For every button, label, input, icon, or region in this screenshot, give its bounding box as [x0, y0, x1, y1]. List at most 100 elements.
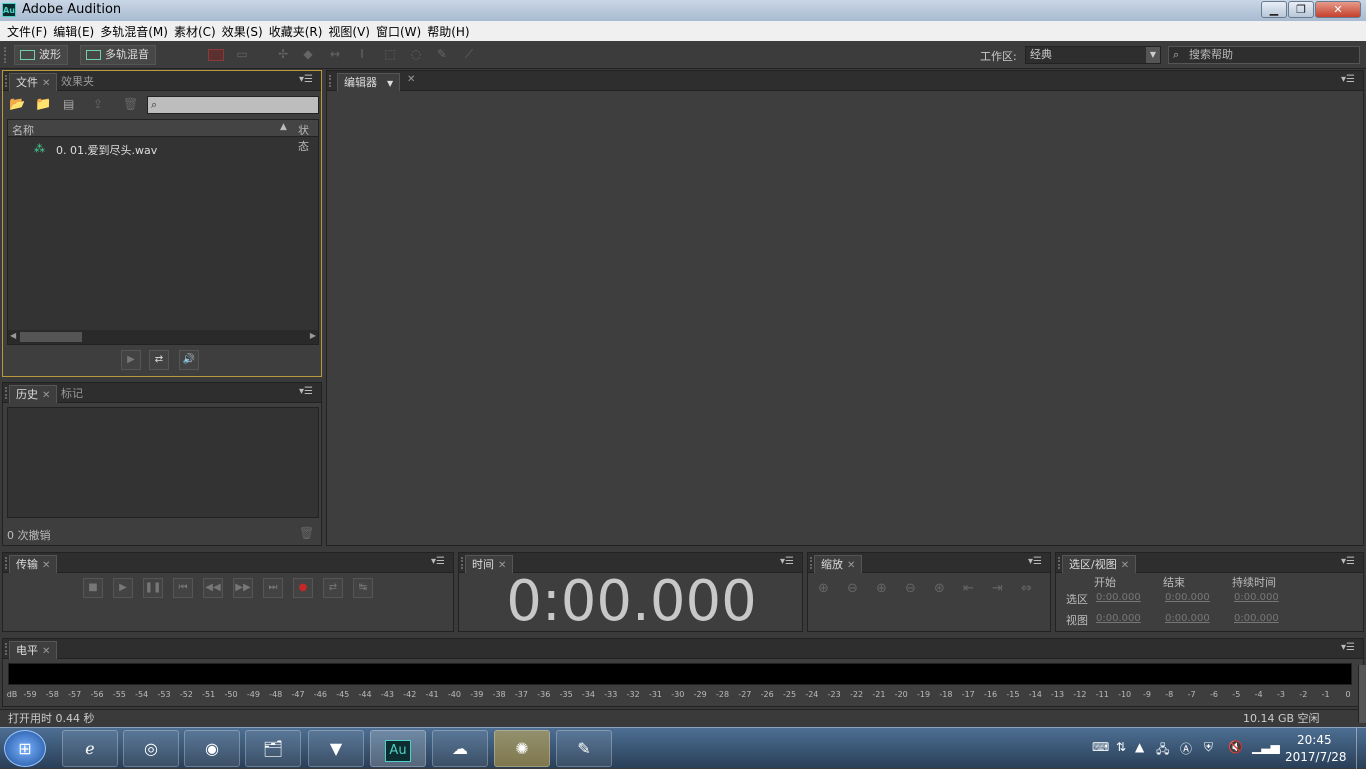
ie-taskbar-icon[interactable]: ℯ: [62, 730, 118, 767]
panel-grip[interactable]: [329, 75, 332, 87]
show-desktop-button[interactable]: [1356, 728, 1366, 769]
menu-file[interactable]: 文件(F): [4, 23, 50, 40]
record-button[interactable]: ●: [293, 578, 313, 598]
panel-menu-icon[interactable]: ▾☰: [1028, 556, 1042, 567]
tab-history[interactable]: 历史 ✕: [9, 385, 58, 403]
skip-selection-button[interactable]: ↹: [353, 578, 373, 598]
menu-edit[interactable]: 编辑(E): [50, 23, 97, 40]
insert-into-multitrack-icon[interactable]: ⇪: [93, 97, 103, 111]
selection-start-field[interactable]: 0:00.000: [1096, 592, 1141, 603]
chevron-down-icon[interactable]: ▼: [387, 79, 393, 88]
keyboard-tray-icon[interactable]: ⌨: [1092, 740, 1109, 754]
baidu-netdisk-taskbar-icon[interactable]: ☁: [432, 730, 488, 767]
waveform-view-button[interactable]: 波形: [14, 45, 68, 65]
scroll-right-icon[interactable]: ▶: [310, 331, 316, 340]
spectral-frequency-icon[interactable]: [208, 49, 224, 61]
fast-forward-button[interactable]: ▶▶: [233, 578, 253, 598]
tab-markers[interactable]: 标记: [55, 385, 89, 403]
panel-menu-icon[interactable]: ▾☰: [1341, 556, 1355, 567]
start-button[interactable]: ⊞: [4, 730, 46, 767]
play-preview-button[interactable]: ▶: [121, 350, 141, 370]
show-hidden-icons-icon[interactable]: ▲: [1135, 740, 1144, 754]
menu-multitrack[interactable]: 多轨混音(M): [97, 23, 171, 40]
network-arrows-tray-icon[interactable]: ⇅: [1116, 740, 1126, 754]
play-button[interactable]: ▶: [113, 578, 133, 598]
go-to-end-button[interactable]: ⏭: [263, 578, 283, 598]
go-to-start-button[interactable]: ⏮: [173, 578, 193, 598]
workspace-select[interactable]: 经典 ▼: [1025, 46, 1161, 64]
files-search-input[interactable]: ⌕: [147, 96, 319, 114]
tab-levels[interactable]: 电平 ✕: [9, 641, 58, 659]
tab-effects-rack[interactable]: 效果夹: [55, 73, 100, 91]
panel-grip[interactable]: [5, 643, 8, 655]
new-file-icon[interactable]: ▤: [63, 97, 74, 111]
zoom-out-time-icon[interactable]: ⊖: [905, 581, 916, 596]
panel-menu-icon[interactable]: ▾☰: [780, 556, 794, 567]
menu-help[interactable]: 帮助(H): [424, 23, 472, 40]
zoom-to-selection-icon[interactable]: ⇔: [1021, 581, 1032, 596]
move-tool-icon[interactable]: ✢: [275, 47, 291, 61]
panel-grip[interactable]: [5, 387, 8, 399]
open-folder-icon[interactable]: 📂: [9, 97, 25, 112]
clock-date[interactable]: 2017/7/28: [1285, 750, 1347, 764]
close-icon[interactable]: ✕: [407, 74, 415, 85]
spectral-pitch-icon[interactable]: ▭: [234, 47, 250, 61]
close-icon[interactable]: ✕: [42, 560, 50, 571]
zoom-out-full-icon[interactable]: ⊛: [934, 581, 945, 596]
volume-muted-tray-icon[interactable]: 🔇: [1228, 740, 1243, 754]
scroll-left-icon[interactable]: ◀: [10, 331, 16, 340]
trash-icon[interactable]: 🗑: [123, 97, 138, 111]
panel-menu-icon[interactable]: ▾☰: [299, 386, 313, 397]
zoom-in-at-start-icon[interactable]: ⇤: [963, 581, 974, 596]
zoom-in-amplitude-icon[interactable]: ⊕: [818, 581, 829, 596]
media-app-taskbar-icon[interactable]: ✺: [494, 730, 550, 767]
panel-grip[interactable]: [461, 557, 464, 569]
scrollbar-thumb[interactable]: [20, 332, 82, 342]
rewind-button[interactable]: ◀◀: [203, 578, 223, 598]
tab-zoom[interactable]: 缩放 ✕: [814, 555, 863, 573]
loop-preview-button[interactable]: ⇄: [149, 350, 169, 370]
marquee-tool-icon[interactable]: ⬚: [382, 47, 398, 61]
network-tray-icon[interactable]: 🖧: [1156, 740, 1169, 761]
panel-menu-icon[interactable]: ▾☰: [1341, 74, 1355, 85]
panel-menu-icon[interactable]: ▾☰: [299, 74, 313, 85]
clock-time[interactable]: 20:45: [1297, 733, 1332, 747]
help-search-input[interactable]: ⌕ 搜索帮助: [1168, 46, 1360, 64]
multitrack-view-button[interactable]: 多轨混音: [80, 45, 156, 65]
stop-button[interactable]: ■: [83, 578, 103, 598]
razor-tool-icon[interactable]: ◆: [300, 47, 316, 61]
zoom-in-at-end-icon[interactable]: ⇥: [992, 581, 1003, 596]
tab-selection-view[interactable]: 选区/视图 ✕: [1062, 555, 1137, 573]
menu-effects[interactable]: 效果(S): [219, 23, 266, 40]
wifi-signal-tray-icon[interactable]: ▁▃▅: [1252, 740, 1280, 754]
right-scrollbar[interactable]: [1358, 665, 1366, 723]
fox-app-taskbar-icon[interactable]: ▼: [308, 730, 364, 767]
tab-transport[interactable]: 传输 ✕: [9, 555, 58, 573]
tab-files[interactable]: 文件 ✕: [9, 73, 58, 91]
trash-icon[interactable]: 🗑: [299, 526, 314, 540]
tab-editor[interactable]: 编辑器 ▼: [337, 73, 401, 91]
menu-clip[interactable]: 素材(C): [171, 23, 219, 40]
maximize-button[interactable]: ❐: [1288, 1, 1314, 18]
selection-end-field[interactable]: 0:00.000: [1165, 592, 1210, 603]
brush-tool-icon[interactable]: ✎: [434, 47, 450, 61]
panel-grip[interactable]: [5, 75, 8, 87]
security-tray-icon[interactable]: ⛨: [1204, 740, 1213, 755]
panel-menu-icon[interactable]: ▾☰: [431, 556, 445, 567]
slip-tool-icon[interactable]: ↔: [327, 47, 343, 61]
selection-duration-field[interactable]: 0:00.000: [1234, 592, 1279, 603]
panel-grip[interactable]: [810, 557, 813, 569]
menu-view[interactable]: 视图(V): [325, 23, 373, 40]
360-browser-taskbar-icon[interactable]: ◎: [123, 730, 179, 767]
sort-ascending-icon[interactable]: ▲: [280, 122, 287, 132]
column-name-header[interactable]: 名称: [12, 122, 34, 138]
spot-healing-tool-icon[interactable]: ⟋: [461, 47, 477, 61]
panel-grip[interactable]: [5, 557, 8, 569]
pause-button[interactable]: ❚❚: [143, 578, 163, 598]
audition-taskbar-icon[interactable]: Au: [370, 730, 426, 767]
panel-menu-icon[interactable]: ▾☰: [1341, 642, 1355, 653]
time-selection-tool-icon[interactable]: I: [354, 47, 370, 61]
close-icon[interactable]: ✕: [42, 78, 50, 89]
zoom-out-amplitude-icon[interactable]: ⊖: [847, 581, 858, 596]
angularjs-tray-icon[interactable]: Ⓐ: [1180, 740, 1192, 757]
